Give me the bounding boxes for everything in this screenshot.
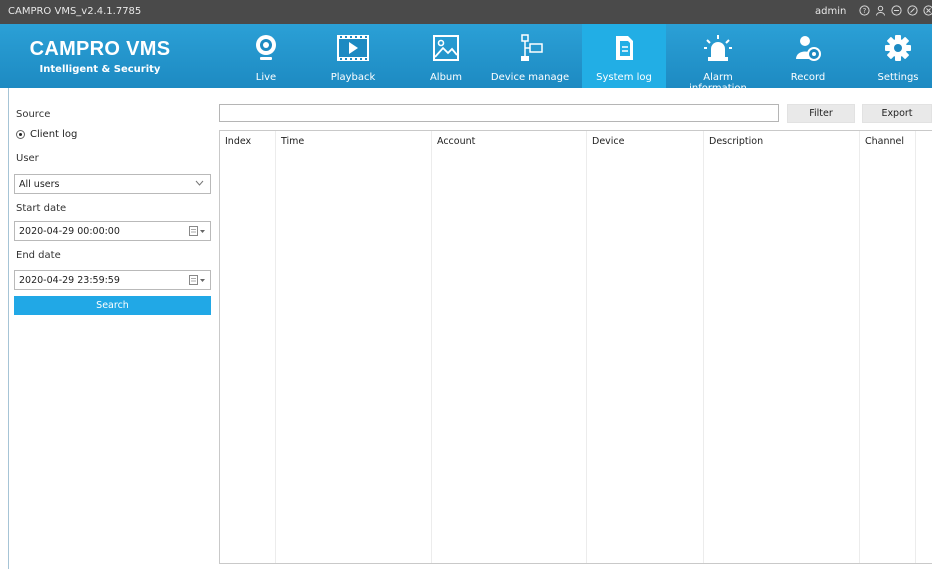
start-date-label: Start date [16,203,67,214]
svg-text:?: ? [863,7,867,15]
column-device: Device [587,131,704,563]
nav-live-label: Live [255,72,277,83]
brand-logo: CAMPRO VMS Intelligent & Security [0,24,200,88]
client-log-radio[interactable]: Client log [16,129,77,140]
nav-record[interactable]: Record [766,24,850,88]
main-navigation-bar: CAMPRO VMS Intelligent & Security Live P… [0,24,932,94]
minimize-icon[interactable] [890,4,903,17]
radio-selected-icon [16,130,25,139]
source-label: Source [16,109,51,120]
help-icon[interactable]: ? [858,4,871,17]
window-title: CAMPRO VMS_v2.4.1.7785 [8,6,142,17]
alarm-light-icon [676,33,760,63]
user-icon[interactable] [874,4,887,17]
filter-input[interactable] [219,104,779,122]
export-button[interactable]: Export [862,104,932,123]
nav-alarm-information[interactable]: Alarm information [676,24,760,94]
column-header[interactable]: Description [709,136,763,147]
restore-icon[interactable] [906,4,919,17]
close-icon[interactable] [922,4,932,17]
title-bar: CAMPRO VMS_v2.4.1.7785 admin ? [0,0,932,24]
calendar-icon[interactable] [189,226,205,239]
nav-record-label: Record [790,72,826,83]
end-date-field[interactable]: 2020-04-29 23:59:59 [14,270,211,290]
column-header[interactable]: Account [437,136,475,147]
nav-settings[interactable]: Settings [856,24,932,88]
user-camera-icon [766,33,850,63]
nav-alarm-information-label: Alarm information [689,72,747,94]
user-select[interactable]: All users [14,174,211,194]
nav-settings-label: Settings [877,72,919,83]
nav-album[interactable]: Album [404,24,488,88]
column-header[interactable]: Index [225,136,251,147]
panel-divider [8,88,9,569]
column-header[interactable]: Channel [865,136,904,147]
brand-tagline: Intelligent & Security [39,64,161,75]
column-description: Description [704,131,860,563]
nav-live[interactable]: Live [224,24,308,88]
user-label: User [16,153,39,164]
webcam-icon [224,33,308,63]
start-date-value: 2020-04-29 00:00:00 [19,226,120,237]
start-date-field[interactable]: 2020-04-29 00:00:00 [14,221,211,241]
column-account: Account [432,131,587,563]
system-log-table: Index Time Account Device Description Ch… [219,130,932,564]
column-channel: Channel [860,131,916,563]
client-log-label: Client log [30,129,78,140]
window-controls: ? [858,4,932,17]
chevron-down-icon [195,179,204,188]
end-date-label: End date [16,250,61,261]
filter-button[interactable]: Filter [787,104,855,123]
log-filter-panel: Source Client log User All users Start d… [0,88,219,569]
nav-system-log[interactable]: System log [582,24,666,88]
nav-playback[interactable]: Playback [311,24,395,88]
nav-system-log-label: System log [596,72,652,83]
picture-icon [404,33,488,63]
column-time: Time [276,131,432,563]
current-user[interactable]: admin [815,6,846,17]
end-date-value: 2020-04-29 23:59:59 [19,275,120,286]
gear-icon [856,33,932,63]
calendar-icon[interactable] [189,275,205,288]
column-header[interactable]: Time [281,136,304,147]
column-header[interactable]: Device [592,136,625,147]
brand-name: CAMPRO VMS [29,38,171,60]
search-button[interactable]: Search [14,296,211,315]
device-tree-icon [488,33,572,63]
column-index: Index [220,131,276,563]
film-play-icon [311,33,395,63]
nav-album-label: Album [429,72,463,83]
document-icon [582,33,666,63]
nav-device-manage-label: Device manage [490,72,570,83]
nav-playback-label: Playback [330,72,376,83]
user-select-value: All users [19,179,60,190]
nav-device-manage[interactable]: Device manage [488,24,572,88]
